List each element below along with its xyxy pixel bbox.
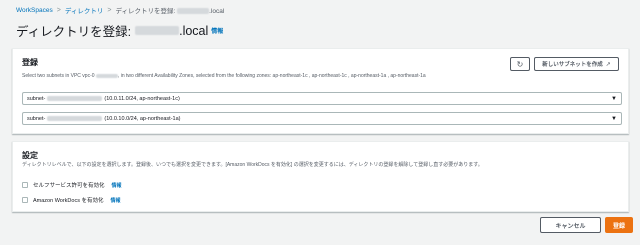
redacted-text [135, 26, 180, 35]
breadcrumb-current: ディレクトリを登録: .local [115, 5, 224, 15]
external-link-icon: ↗ [605, 61, 611, 68]
registration-heading: 登録 [22, 58, 38, 67]
caret-down-icon: ▼ [611, 116, 617, 122]
redacted-text [95, 73, 118, 78]
self-service-info-link[interactable]: 情報 [112, 182, 122, 189]
caret-down-icon: ▼ [611, 96, 617, 102]
workdocs-option: Amazon WorkDocs を有効化 情報 [22, 196, 121, 204]
breadcrumb: WorkSpaces > ディレクトリ > ディレクトリを登録: .local [16, 5, 224, 16]
settings-description: ディレクトリレベルで、以下の設定を選択します。登録後、いつでも選択を変更できます… [22, 162, 483, 168]
refresh-icon: ↻ [516, 59, 524, 69]
subnet-select-1[interactable]: subnet- (10.0.11.0/24, ap-northeast-1c) … [22, 92, 622, 105]
self-service-option: セルフサービス許可を有効化 情報 [22, 181, 122, 189]
registration-panel: 登録 Select two subnets in VPC vpc-0 , in … [12, 48, 629, 134]
chevron-right-icon: > [56, 6, 61, 14]
page-title-suffix: .local [179, 23, 209, 38]
subnet-1-prefix: subnet- [27, 95, 46, 102]
redacted-text [47, 116, 103, 121]
create-subnet-label: 新しいサブネットを作成 [542, 62, 603, 68]
cancel-button[interactable]: キャンセル [540, 217, 601, 233]
subnet-2-prefix: subnet- [27, 115, 46, 122]
subnet-2-detail: (10.0.10.0/24, ap-northeast-1a) [104, 115, 181, 122]
workdocs-label: Amazon WorkDocs を有効化 [33, 198, 104, 204]
settings-heading: 設定 [22, 151, 38, 160]
workdocs-checkbox[interactable] [22, 197, 28, 203]
register-button[interactable]: 登録 [605, 217, 633, 233]
registration-description: Select two subnets in VPC vpc-0 , in two… [22, 73, 426, 79]
create-subnet-button[interactable]: 新しいサブネットを作成 ↗ [534, 57, 619, 71]
redacted-text [177, 8, 210, 15]
workdocs-info-link[interactable]: 情報 [111, 197, 121, 204]
breadcrumb-current-suffix: .local [209, 8, 225, 15]
registration-description-a: Select two subnets in VPC vpc-0 [22, 73, 95, 79]
self-service-label: セルフサービス許可を有効化 [33, 183, 105, 189]
chevron-right-icon: > [107, 6, 112, 14]
title-info-link[interactable]: 情報 [211, 26, 223, 35]
subnet-select-2[interactable]: subnet- (10.0.10.0/24, ap-northeast-1a) … [22, 112, 622, 125]
page-title: ディレクトリを登録: .local 情報 [16, 21, 223, 40]
registration-description-b: in two different Availability Zones, sel… [120, 73, 426, 79]
breadcrumb-current-prefix: ディレクトリを登録: [115, 8, 176, 15]
redacted-text [47, 96, 103, 101]
refresh-button[interactable]: ↻ [510, 57, 530, 71]
self-service-checkbox[interactable] [22, 182, 28, 188]
page-title-prefix: ディレクトリを登録: [16, 25, 132, 39]
subnet-1-detail: (10.0.11.0/24, ap-northeast-1c) [104, 95, 180, 102]
breadcrumb-workspaces-link[interactable]: WorkSpaces [16, 7, 53, 14]
settings-panel: 設定 ディレクトリレベルで、以下の設定を選択します。登録後、いつでも選択を変更で… [12, 141, 629, 212]
breadcrumb-directories-link[interactable]: ディレクトリ [65, 5, 104, 15]
